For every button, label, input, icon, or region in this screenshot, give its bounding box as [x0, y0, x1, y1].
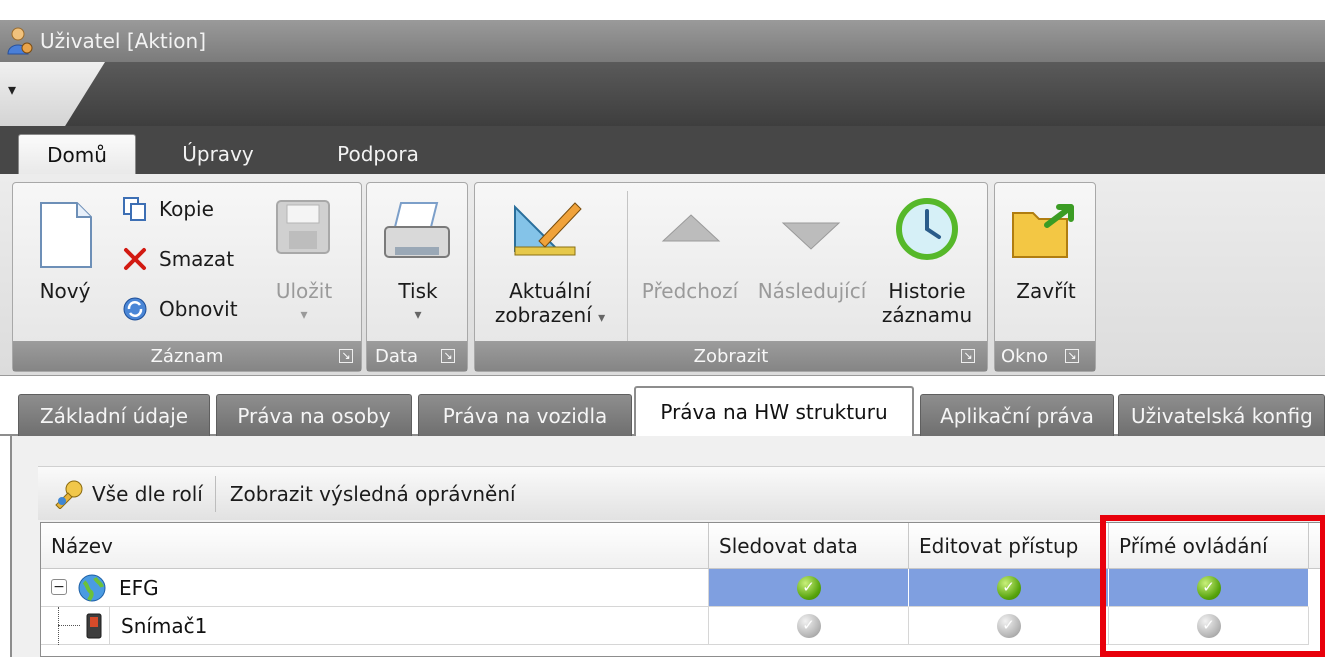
group-okno: Zavřít Okno ↘ — [994, 182, 1096, 372]
checkmark-icon: ✓ — [996, 575, 1021, 600]
globe-icon — [77, 573, 107, 607]
row-name: Snímač1 — [121, 614, 208, 638]
group-data: Tisk ▾ Data ↘ — [366, 182, 468, 372]
ruler-pencil-icon — [509, 199, 585, 265]
zaznam-launcher-icon[interactable]: ↘ — [339, 349, 353, 363]
copy-button[interactable]: Kopie — [121, 195, 214, 223]
tab-prava-na-vozidla[interactable]: Práva na vozidla — [418, 394, 632, 436]
save-button[interactable]: Uložit — [261, 279, 347, 303]
refresh-button[interactable]: Obnovit — [121, 295, 238, 323]
group-okno-label: Okno — [995, 341, 1095, 371]
tab-prava-na-hw-strukturu[interactable]: Práva na HW strukturu — [634, 386, 914, 436]
checkmark-icon: ✓ — [996, 613, 1021, 638]
group-zobrazit-label: Zobrazit — [475, 341, 987, 371]
column-header-editovat-pristup[interactable]: Editovat přístup — [909, 523, 1109, 569]
collapse-icon[interactable]: − — [51, 579, 67, 595]
save-dropdown-icon: ▾ — [300, 307, 308, 323]
ribbon: Nový Kopie Smazat Obnovit Uložit ▾ Zázna… — [0, 174, 1325, 376]
qat-dropdown-button[interactable]: ▾ — [0, 62, 105, 126]
down-arrow-icon — [781, 221, 841, 255]
qat-dropdown-icon: ▾ — [8, 80, 17, 99]
cell-sledovat-data[interactable]: ✓ — [709, 607, 909, 645]
group-zaznam-label: Záznam — [13, 341, 361, 371]
checkmark-icon: ✓ — [796, 575, 821, 600]
print-button[interactable]: Tisk — [367, 279, 469, 303]
group-zobrazit: Aktuální zobrazení ▾ Předchozí Následují… — [474, 182, 988, 372]
window-titlebar: Uživatel [Aktion] — [0, 20, 1325, 62]
column-header-sledovat-data[interactable]: Sledovat data — [709, 523, 909, 569]
ribbon-tab-podpora[interactable]: Podpora — [316, 134, 440, 174]
new-button[interactable]: Nový — [17, 279, 113, 303]
save-icon — [275, 199, 331, 259]
next-button[interactable]: Následující — [753, 279, 871, 303]
column-header-nazev[interactable]: Název — [41, 523, 709, 569]
ribbon-tab-domu[interactable]: Domů — [18, 134, 136, 174]
okno-launcher-icon[interactable]: ↘ — [1065, 349, 1079, 363]
cell-sledovat-data[interactable]: ✓ — [709, 569, 909, 607]
roles-key-icon — [52, 479, 86, 509]
print-dropdown-icon[interactable]: ▾ — [367, 303, 469, 327]
up-arrow-icon — [661, 213, 721, 247]
history-label-1[interactable]: Historie — [871, 279, 983, 303]
row-name: EFG — [119, 576, 159, 600]
ribbon-tabs: Domů Úpravy Podpora — [0, 126, 1325, 174]
zobrazit-launcher-icon[interactable]: ↘ — [961, 349, 975, 363]
user-app-icon — [6, 26, 34, 56]
previous-button[interactable]: Předchozí — [631, 279, 749, 303]
quick-access-toolbar: ▾ — [0, 62, 1325, 126]
copy-icon — [121, 195, 149, 223]
history-button[interactable]: záznamu — [871, 303, 983, 327]
refresh-icon — [121, 295, 149, 323]
tab-uzivatelska-konfig[interactable]: Uživatelská konfig — [1118, 394, 1325, 436]
close-button[interactable]: Zavřít — [995, 279, 1097, 303]
permissions-toolbar: Vše dle rolí Zobrazit výsledná oprávnění — [38, 466, 1325, 520]
ribbon-tab-upravy[interactable]: Úpravy — [158, 134, 278, 174]
data-launcher-icon[interactable]: ↘ — [441, 349, 455, 363]
show-result-button[interactable]: Zobrazit výsledná oprávnění — [216, 482, 528, 506]
printer-icon — [381, 201, 453, 269]
cell-editovat-pristup[interactable]: ✓ — [909, 607, 1109, 645]
new-document-icon — [39, 201, 93, 273]
cell-editovat-pristup[interactable]: ✓ — [909, 569, 1109, 607]
window-title: Uživatel [Aktion] — [40, 29, 207, 53]
all-by-roles-button[interactable]: Vše dle rolí — [38, 479, 215, 509]
close-folder-icon — [1011, 199, 1077, 265]
delete-button[interactable]: Smazat — [121, 245, 234, 273]
group-zaznam: Nový Kopie Smazat Obnovit Uložit ▾ Zázna… — [12, 182, 362, 372]
current-view-button[interactable]: zobrazení ▾ — [483, 303, 617, 330]
delete-icon — [121, 245, 149, 273]
current-view-label-1[interactable]: Aktuální — [485, 279, 615, 303]
checkmark-icon: ✓ — [796, 613, 821, 638]
sensor-icon — [85, 612, 103, 644]
tab-prava-na-osoby[interactable]: Práva na osoby — [216, 394, 412, 436]
tab-zakladni-udaje[interactable]: Základní údaje — [18, 394, 210, 436]
tab-aplikacni-prava[interactable]: Aplikační práva — [920, 394, 1114, 436]
history-clock-icon — [895, 197, 959, 265]
highlight-box — [1100, 515, 1325, 657]
